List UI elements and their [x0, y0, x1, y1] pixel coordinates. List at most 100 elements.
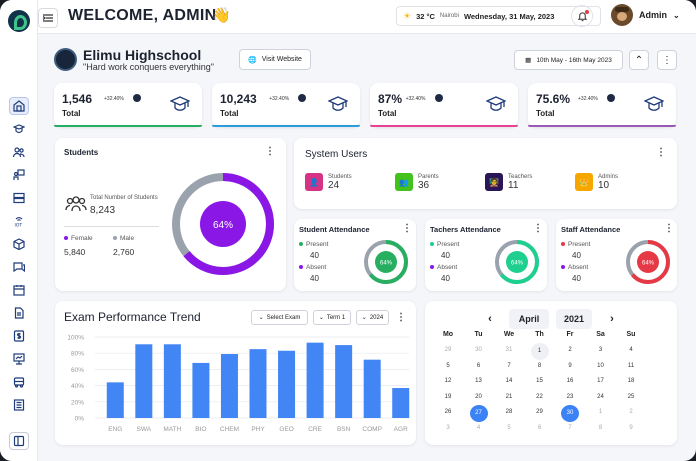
visit-website-button[interactable]: 🌐 Visit Website — [239, 49, 311, 70]
calendar-day[interactable]: 4 — [622, 347, 640, 353]
absent-legend: Absent — [430, 264, 457, 271]
collapse-sidebar-icon[interactable] — [9, 432, 29, 450]
system-user-item[interactable]: 👤 Students 24 — [305, 173, 352, 191]
calendar-day[interactable]: 29 — [531, 409, 549, 415]
box-icon[interactable] — [9, 235, 29, 253]
finance-icon[interactable] — [9, 327, 29, 345]
collapse-up-icon[interactable]: ⌃ — [629, 50, 649, 70]
library-icon[interactable] — [9, 396, 29, 414]
calendar-day[interactable]: 5 — [500, 425, 518, 431]
users-icon[interactable] — [9, 143, 29, 161]
calendar-day[interactable]: 8 — [531, 363, 549, 369]
classes-icon[interactable] — [9, 189, 29, 207]
calendar-day[interactable]: 18 — [622, 378, 640, 384]
more-options-icon[interactable]: ⋮ — [664, 224, 674, 234]
graduation-cap-icon[interactable] — [9, 120, 29, 138]
teacher-icon[interactable] — [9, 166, 29, 184]
calendar-day[interactable]: 21 — [500, 394, 518, 400]
more-options-icon[interactable]: ⋮ — [402, 224, 412, 234]
calendar-day[interactable]: 4 — [470, 425, 488, 431]
calendar-day[interactable]: 19 — [439, 394, 457, 400]
calendar-day[interactable]: 14 — [500, 378, 518, 384]
calendar-day[interactable]: 11 — [622, 363, 640, 369]
next-month-icon[interactable]: › — [601, 309, 623, 329]
select-exam-dropdown[interactable]: ⌄ Select Exam — [251, 310, 308, 325]
app-logo[interactable] — [8, 10, 30, 32]
calendar-day[interactable]: 2 — [561, 347, 579, 353]
bar-comp[interactable] — [363, 359, 381, 418]
calendar-day[interactable]: 10 — [592, 363, 610, 369]
calendar-day[interactable]: 6 — [531, 425, 549, 431]
calendar-day[interactable]: 20 — [470, 394, 488, 400]
calendar-day[interactable]: 9 — [561, 363, 579, 369]
calendar-day[interactable]: 1 — [530, 343, 549, 360]
term-dropdown[interactable]: ⌄ Term 1 — [313, 310, 351, 325]
absent-dot — [561, 265, 565, 269]
previous-month-icon[interactable]: ‹ — [479, 309, 501, 329]
calendar-day[interactable]: 17 — [592, 378, 610, 384]
system-user-item[interactable]: 👥 Parents 36 — [395, 173, 439, 191]
bar-bsn[interactable] — [335, 345, 353, 418]
system-user-item[interactable]: 🧑‍🏫 Teachers 11 — [485, 173, 532, 191]
system-user-item[interactable]: 👑 Admins 10 — [575, 173, 618, 191]
calendar-day[interactable]: 2 — [622, 409, 640, 415]
calendar-day[interactable]: 12 — [439, 378, 457, 384]
year-dropdown[interactable]: ⌄ 2024 — [356, 310, 389, 325]
calendar-day[interactable]: 5 — [439, 363, 457, 369]
more-options-icon[interactable]: ⋮ — [396, 313, 406, 323]
attendance-title: Tachers Attendance — [430, 225, 501, 234]
calendar-day[interactable]: 6 — [470, 363, 488, 369]
bar-swa[interactable] — [135, 344, 153, 418]
calendar-day[interactable]: 15 — [531, 378, 549, 384]
bar-phy[interactable] — [249, 349, 267, 418]
calendar-day[interactable]: 26 — [439, 409, 457, 415]
document-icon[interactable] — [9, 304, 29, 322]
bar-cre[interactable] — [306, 342, 324, 418]
calendar-day[interactable]: 7 — [500, 363, 518, 369]
calendar-day[interactable]: 23 — [561, 394, 579, 400]
calendar-day[interactable]: 3 — [439, 425, 457, 431]
bar-bio[interactable] — [192, 362, 210, 418]
bar-agr[interactable] — [392, 388, 410, 418]
notification-dot — [585, 10, 589, 14]
calendar-day[interactable]: 27 — [469, 405, 488, 422]
transport-icon[interactable] — [9, 373, 29, 391]
calendar-day[interactable]: 9 — [622, 425, 640, 431]
notification-bell-icon[interactable] — [571, 5, 593, 27]
calendar-day[interactable]: 25 — [622, 394, 640, 400]
year-select[interactable]: 2021 — [556, 309, 592, 329]
calendar-day[interactable]: 13 — [470, 378, 488, 384]
chat-icon[interactable] — [9, 258, 29, 276]
calendar-day[interactable]: 3 — [592, 347, 610, 353]
calendar-day[interactable]: 30 — [470, 347, 488, 353]
calendar-day[interactable]: 16 — [561, 378, 579, 384]
calendar-day[interactable]: 22 — [531, 394, 549, 400]
more-options-icon[interactable]: ⋮ — [265, 147, 275, 157]
calendar-day[interactable]: 28 — [500, 409, 518, 415]
calendar-day[interactable]: 7 — [561, 425, 579, 431]
more-options-icon[interactable]: ⋮ — [533, 224, 543, 234]
calendar-day[interactable]: 1 — [592, 409, 610, 415]
iot-icon[interactable]: IOT — [9, 212, 29, 230]
calendar-day[interactable]: 8 — [592, 425, 610, 431]
reports-icon[interactable] — [9, 350, 29, 368]
calendar-icon: ▦ — [525, 57, 532, 64]
calendar-icon[interactable] — [9, 281, 29, 299]
stat-change: +32.40% — [578, 96, 598, 102]
app-window: IOT WELCOME, ADMIN 👋 ☀ 32 °C Nairobi Wed… — [0, 0, 696, 461]
user-profile-menu[interactable]: Admin ⌄ — [611, 4, 680, 26]
calendar-day[interactable]: 31 — [500, 347, 518, 353]
more-options-icon[interactable]: ⋮ — [656, 148, 666, 158]
dashboard-icon[interactable] — [9, 97, 29, 115]
menu-toggle-icon[interactable] — [38, 8, 58, 28]
calendar-day[interactable]: 24 — [592, 394, 610, 400]
date-range-picker[interactable]: ▦ 10th May - 16th May 2023 — [514, 50, 623, 70]
calendar-day[interactable]: 29 — [439, 347, 457, 353]
bar-chem[interactable] — [220, 354, 238, 418]
bar-eng[interactable] — [106, 382, 124, 418]
bar-geo[interactable] — [278, 350, 296, 418]
more-options-icon[interactable]: ⋮ — [657, 50, 677, 70]
month-select[interactable]: April — [509, 309, 549, 329]
calendar-day[interactable]: 30 — [561, 405, 579, 422]
bar-math[interactable] — [163, 344, 181, 418]
